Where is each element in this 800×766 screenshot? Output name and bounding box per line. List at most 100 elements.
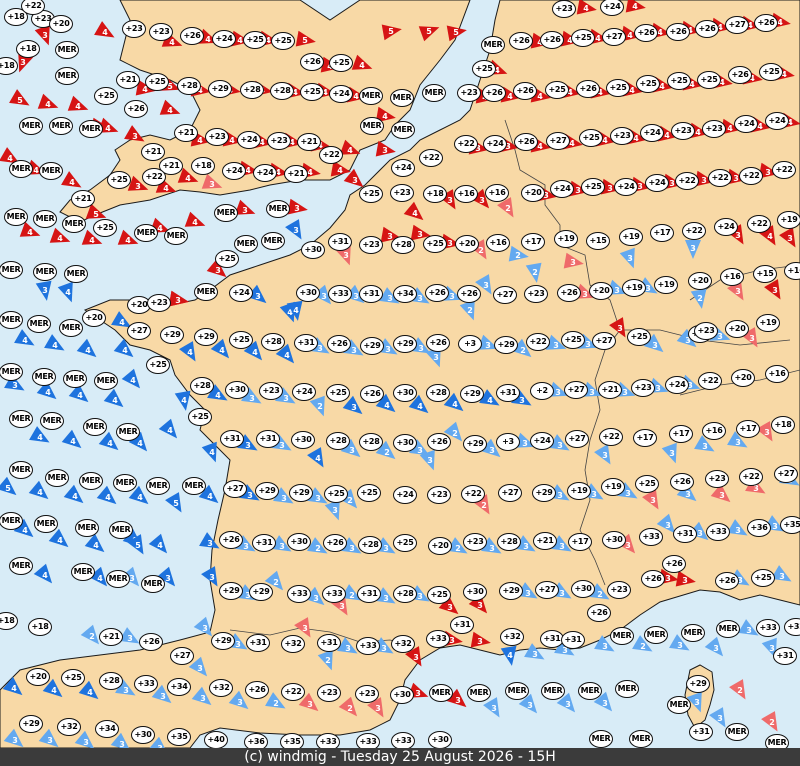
wind-force-label: 3 <box>570 258 576 267</box>
temperature-marker: +30 <box>296 284 320 302</box>
wind-force-label: 3 <box>717 714 723 723</box>
sea-marker: MER <box>71 563 95 581</box>
wind-force-label: 4 <box>632 2 638 11</box>
wind-force-label: 3 <box>746 626 752 635</box>
sea-marker: MER <box>9 160 33 178</box>
sea-marker: MER <box>62 215 86 233</box>
wind-force-label: 3 <box>585 340 591 349</box>
wind-arrow: 5 <box>418 26 440 42</box>
temperature-marker: +22 <box>675 172 699 190</box>
wind-force-label: 4 <box>252 348 258 357</box>
wind-force-label: 4 <box>22 526 28 535</box>
temperature-marker: +16 <box>765 365 789 383</box>
wind-force-label: 4 <box>157 541 163 550</box>
wind-force-label: 2 <box>515 251 521 260</box>
temperature-marker: +24 <box>391 159 415 177</box>
wind-force-label: 3 <box>375 704 381 713</box>
wind-force-label: 3 <box>255 292 261 301</box>
temperature-marker: +33 <box>706 523 730 541</box>
wind-force-label: 4 <box>77 391 83 400</box>
temperature-marker: +30 <box>393 384 417 402</box>
temperature-marker: +35 <box>167 728 191 746</box>
temperature-marker: +29 <box>499 582 523 600</box>
wind-force-label: 3 <box>351 346 357 355</box>
temperature-marker: +34 <box>393 285 417 303</box>
wind-force-label: 4 <box>602 136 608 145</box>
sea-marker: MER <box>234 235 258 253</box>
wind-force-label: 4 <box>664 131 670 140</box>
temperature-marker: +24 <box>229 284 253 302</box>
sea-marker: MER <box>34 515 58 533</box>
wind-force-label: 4 <box>197 136 203 145</box>
temperature-marker: +23 <box>359 236 383 254</box>
wind-arrow: 2 <box>761 711 778 732</box>
wind-force-label: 3 <box>207 539 213 548</box>
wind-force-label: 3 <box>283 394 289 403</box>
wind-force-label: 3 <box>527 701 533 710</box>
temperature-marker: +30 <box>463 583 487 601</box>
temperature-marker: +24 <box>530 432 554 450</box>
wind-arrow: 3 <box>375 140 396 157</box>
wind-force-label: 3 <box>321 292 327 301</box>
temperature-marker: +31 <box>252 534 276 552</box>
wind-force-label: 3 <box>637 182 643 191</box>
temperature-marker: +29 <box>249 583 273 601</box>
wind-force-label: 3 <box>242 206 248 215</box>
temperature-marker: +26 <box>245 681 269 699</box>
temperature-marker: +18 <box>423 185 447 203</box>
temperature-marker: +23 <box>610 127 634 145</box>
temperature-marker: +29 <box>686 675 710 693</box>
temperature-marker: +33 <box>322 585 346 603</box>
sea-marker: MER <box>32 368 56 386</box>
wind-force-label: 2 <box>532 268 538 277</box>
wind-arrow: 4 <box>94 21 115 38</box>
temperature-marker: +22 <box>739 167 763 185</box>
sea-marker: MER <box>55 41 79 59</box>
wind-force-label: 4 <box>537 92 543 101</box>
wind-force-label: 3 <box>202 624 208 633</box>
temperature-marker: +27 <box>170 647 194 665</box>
temperature-marker: +21 <box>284 165 308 183</box>
wind-force-label: 4 <box>727 124 733 133</box>
wind-force-label: 4 <box>657 28 663 37</box>
wind-force-label: 4 <box>45 388 51 397</box>
sea-marker: MER <box>63 370 87 388</box>
sea-marker: MER <box>667 696 691 714</box>
wind-arrow: 5 <box>0 476 17 496</box>
sea-marker: MER <box>0 261 23 279</box>
sea-marker: MER <box>39 162 63 180</box>
wind-force-label: 3 <box>165 574 171 583</box>
temperature-marker: +23 <box>390 184 414 202</box>
temperature-marker: +26 <box>634 24 658 42</box>
wind-force-label: 3 <box>555 388 561 397</box>
temperature-marker: +20 <box>688 272 712 290</box>
wind-force-label: 3 <box>42 286 48 295</box>
wind-force-label: 3 <box>235 640 241 649</box>
wind-force-label: 3 <box>690 244 696 253</box>
temperature-marker: +24 <box>765 112 789 130</box>
sea-marker: MER <box>9 410 33 428</box>
temperature-marker: +22 <box>319 146 343 164</box>
sea-marker: MER <box>214 204 238 222</box>
wind-force-label: 4 <box>595 34 601 43</box>
sea-marker: MER <box>422 84 446 102</box>
temperature-marker: +29 <box>463 435 487 453</box>
temperature-marker: +21 <box>174 124 198 142</box>
temperature-marker: +23 <box>524 285 548 303</box>
temperature-marker: +24 <box>614 178 638 196</box>
wind-force-label: 3 <box>415 689 421 698</box>
temperature-marker: +27 <box>127 322 151 340</box>
wind-force-label: 4 <box>452 400 458 409</box>
wind-force-label: 3 <box>532 650 538 659</box>
temperature-marker: +28 <box>358 536 382 554</box>
temperature-marker: +29 <box>393 335 417 353</box>
sea-marker: MER <box>106 570 130 588</box>
sea-marker: MER <box>359 87 383 105</box>
temperature-marker: +28 <box>426 384 450 402</box>
temperature-marker: +22 <box>419 149 443 167</box>
wind-force-label: 2 <box>520 346 526 355</box>
wind-force-label: 3 <box>779 572 785 581</box>
temperature-marker: +24 <box>640 124 664 142</box>
wind-force-label: 4 <box>695 128 701 137</box>
temperature-marker: +21 <box>71 190 95 208</box>
